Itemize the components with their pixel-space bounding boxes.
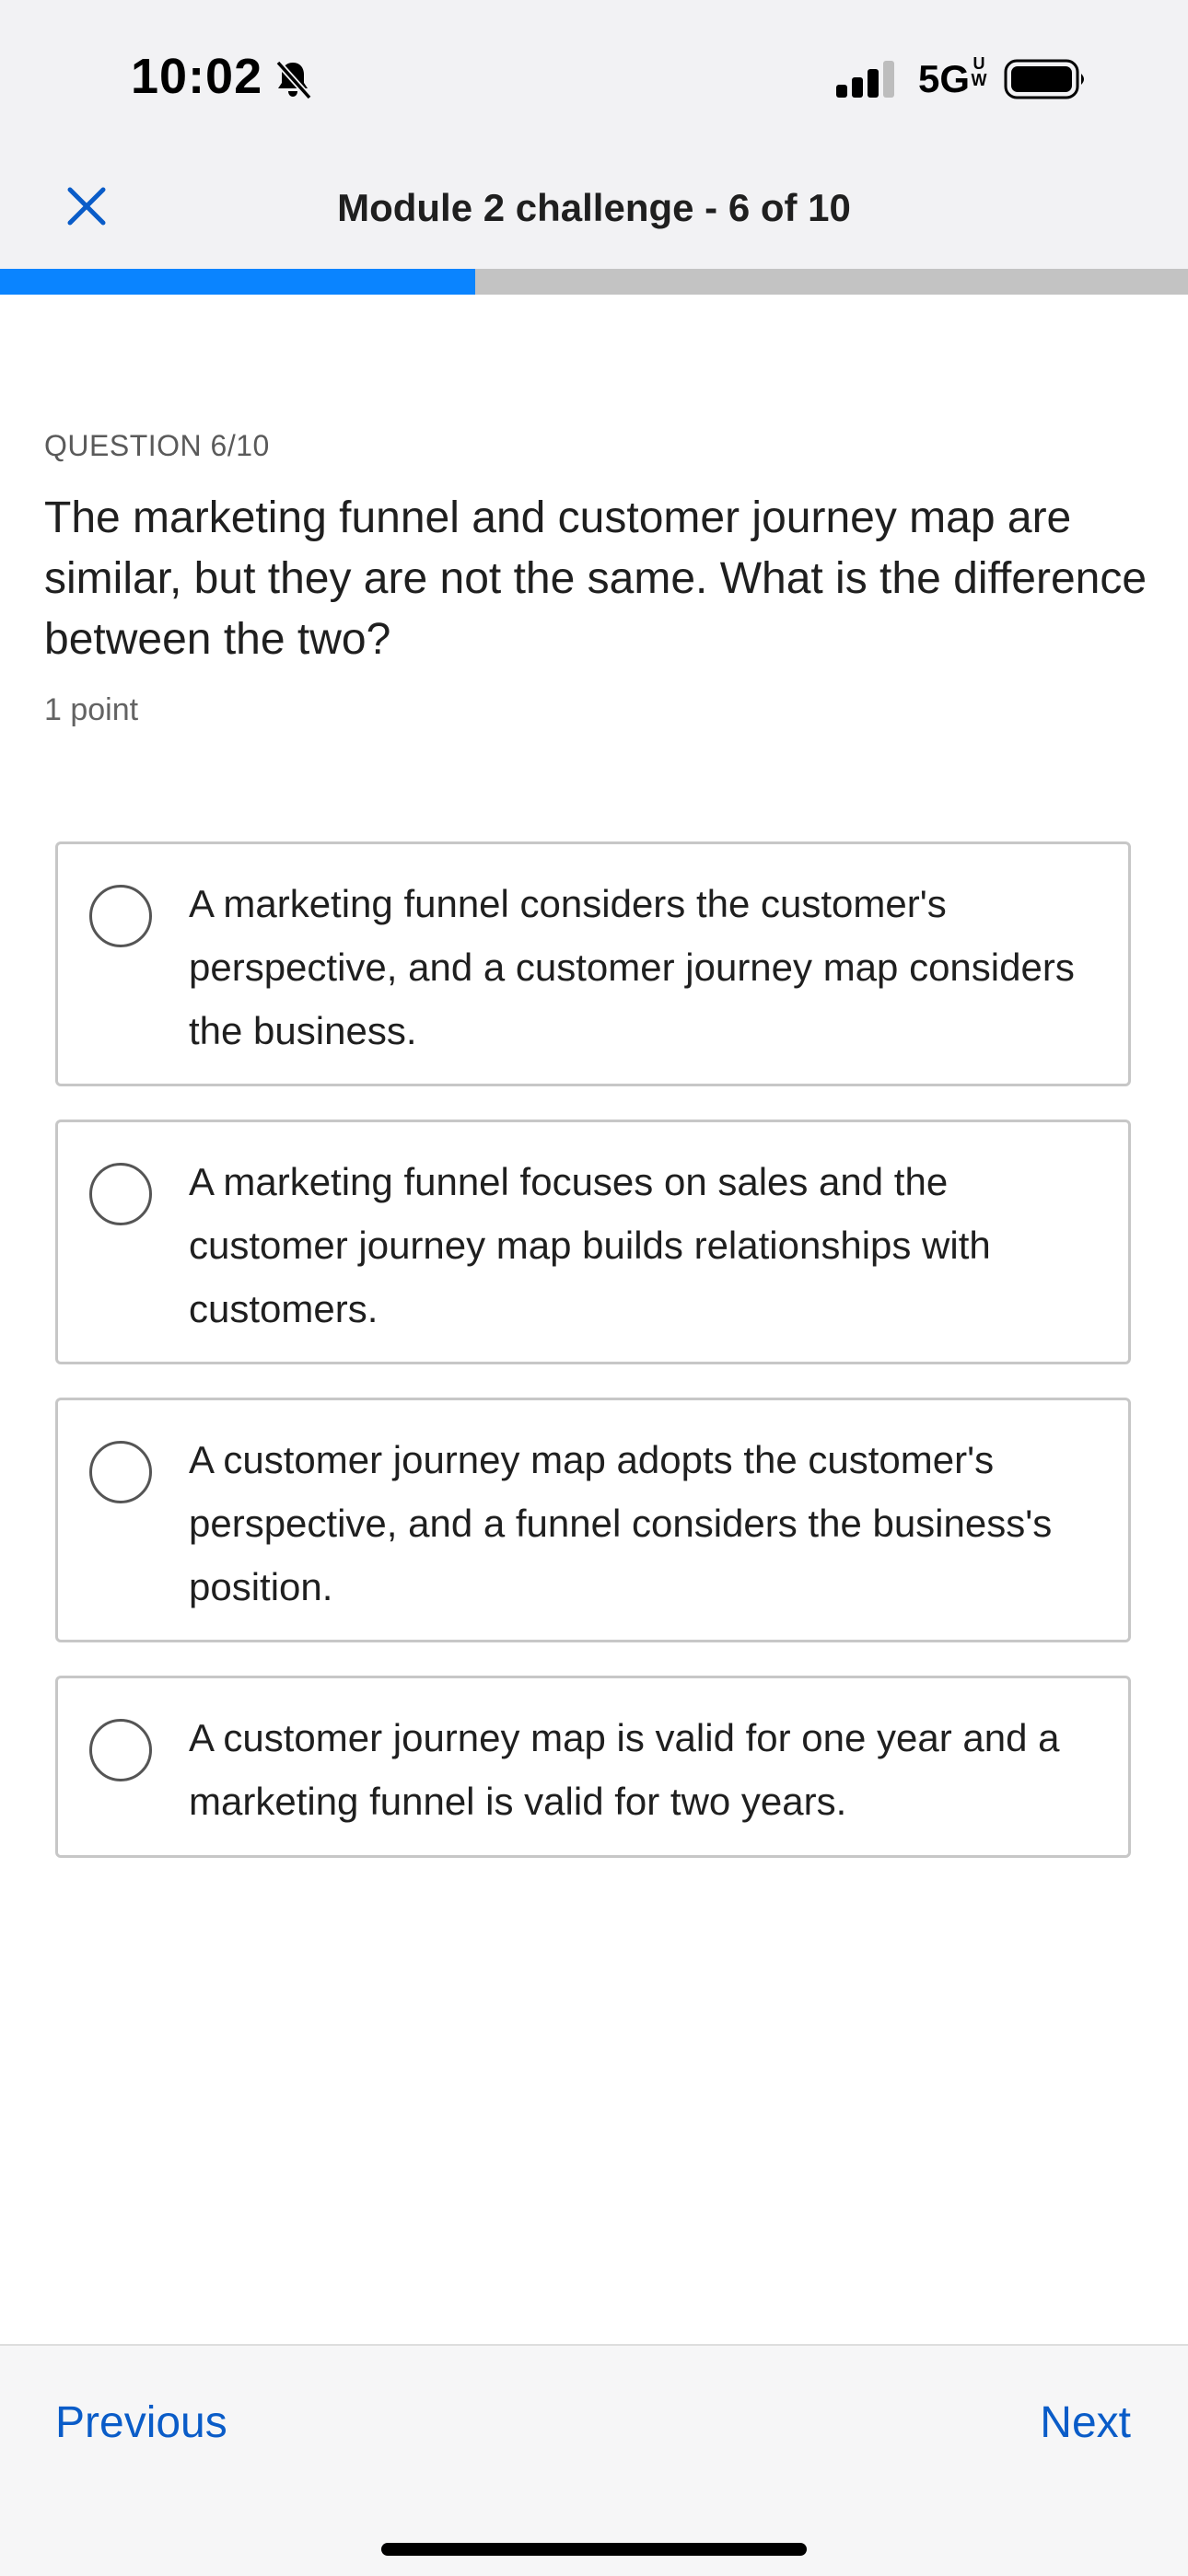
answer-option-text: A customer journey map is valid for one …: [189, 1716, 1060, 1823]
home-indicator: [381, 2543, 807, 2556]
answer-option-text: A customer journey map adopts the custom…: [189, 1438, 1053, 1608]
progress-bar-fill: [0, 269, 475, 295]
bell-slash-icon: [271, 57, 315, 101]
status-time: 10:02: [131, 49, 263, 104]
radio-button[interactable]: [89, 1163, 152, 1225]
radio-button[interactable]: [89, 885, 152, 947]
next-button[interactable]: Next: [1040, 2397, 1131, 2448]
answer-option-text: A marketing funnel focuses on sales and …: [189, 1160, 991, 1330]
answer-option-text: A marketing funnel considers the custome…: [189, 882, 1075, 1052]
signal-icon: [836, 61, 899, 99]
radio-button[interactable]: [89, 1719, 152, 1781]
points-label: 1 point: [44, 692, 139, 727]
answer-option-4[interactable]: A customer journey map is valid for one …: [55, 1676, 1131, 1858]
network-label: 5G: [918, 57, 971, 100]
bottom-navigation: Previous Next: [0, 2344, 1188, 2576]
status-bar: 10:02 5G UW: [0, 0, 1188, 157]
top-area: 10:02 5G UW Module 2 challenge - 6 of 10: [0, 0, 1188, 269]
battery-icon: [1004, 59, 1089, 99]
page-title: Module 2 challenge - 6 of 10: [337, 186, 851, 229]
answer-option-3[interactable]: A customer journey map adopts the custom…: [55, 1398, 1131, 1642]
progress-bar: [0, 269, 1188, 295]
question-text: The marketing funnel and customer journe…: [44, 493, 1147, 664]
network-sub-label: UW: [971, 54, 987, 89]
answer-option-1[interactable]: A marketing funnel considers the custome…: [55, 841, 1131, 1086]
radio-button[interactable]: [89, 1441, 152, 1503]
previous-button[interactable]: Previous: [55, 2397, 227, 2448]
answer-option-2[interactable]: A marketing funnel focuses on sales and …: [55, 1120, 1131, 1364]
question-number-label: QUESTION 6/10: [44, 429, 270, 462]
